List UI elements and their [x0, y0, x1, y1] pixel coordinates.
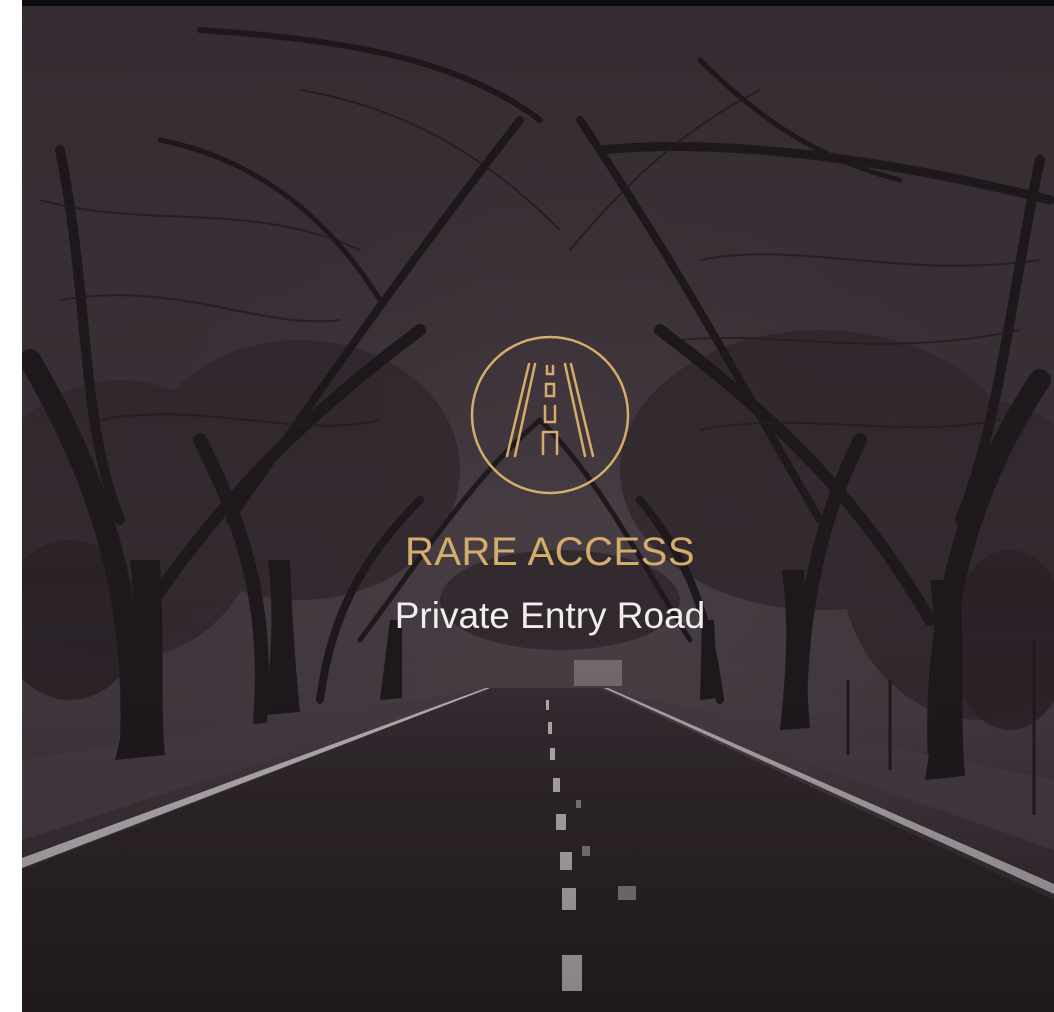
left-margin: [0, 0, 22, 1012]
background-photo-tree-lined-road: [22, 6, 1054, 1012]
feature-card: RARE ACCESS Private Entry Road: [0, 0, 1054, 1012]
